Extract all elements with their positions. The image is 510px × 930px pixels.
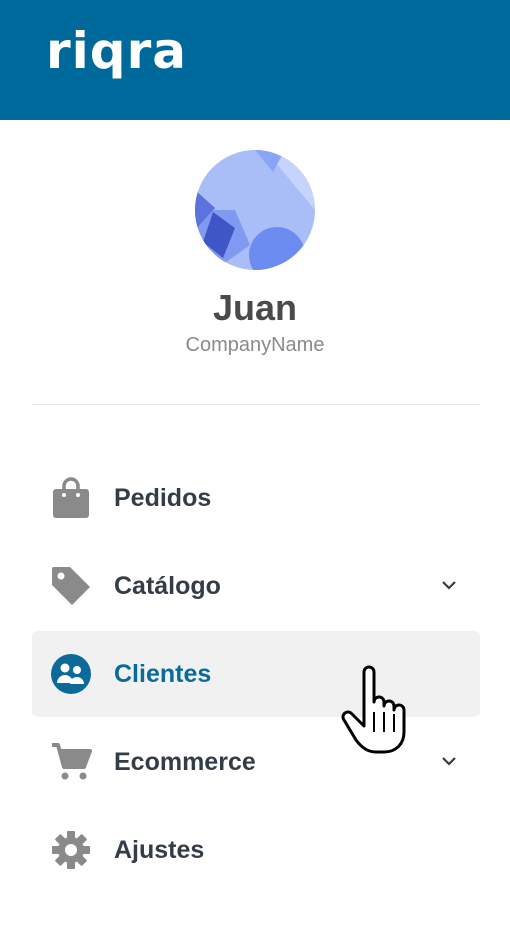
sidebar-item-label: Pedidos: [114, 483, 212, 512]
gear-icon: [50, 829, 92, 871]
riqra-logo[interactable]: riqra: [46, 20, 187, 82]
sidebar-item-label: Ecommerce: [114, 747, 256, 776]
avatar[interactable]: [195, 150, 315, 270]
user-profile: Juan CompanyName: [0, 150, 510, 358]
sidebar-item-label: Ajustes: [114, 835, 205, 864]
user-name: Juan: [212, 287, 298, 328]
sidebar-item-ecommerce[interactable]: Ecommerce: [32, 719, 480, 805]
sidebar-item-catalogo[interactable]: Catálogo: [32, 543, 480, 629]
sidebar-item-label: Clientes: [114, 659, 212, 688]
chevron-down-icon[interactable]: [440, 752, 458, 770]
top-header-bar: riqra: [0, 0, 510, 120]
divider: [32, 404, 480, 405]
shopping-cart-icon: [50, 741, 92, 783]
customers-icon: [50, 653, 92, 695]
sidebar-item-ajustes[interactable]: Ajustes: [32, 807, 480, 893]
sidebar-item-clientes[interactable]: Clientes: [32, 631, 480, 717]
tag-icon: [50, 565, 92, 607]
company-name: CompanyName: [185, 334, 325, 356]
sidebar-item-pedidos[interactable]: Pedidos: [32, 455, 480, 541]
sidebar-nav: Pedidos Catálogo Clientes Ecommerce Ajus…: [32, 455, 480, 895]
sidebar-item-label: Catálogo: [114, 571, 221, 600]
chevron-down-icon[interactable]: [440, 576, 458, 594]
shopping-bag-icon: [50, 477, 92, 519]
